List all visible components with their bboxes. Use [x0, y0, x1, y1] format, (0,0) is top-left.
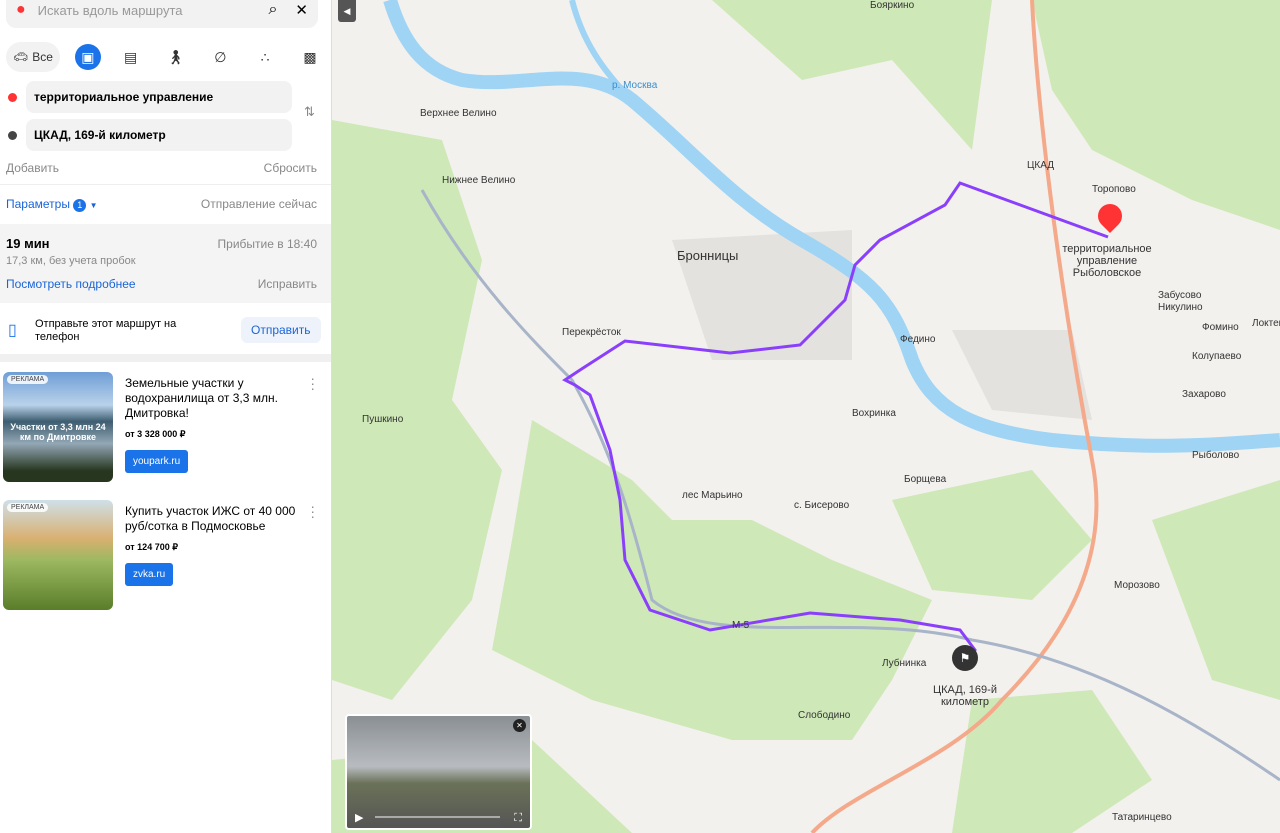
taxi-icon: ▩ — [303, 48, 317, 65]
ad-title: Купить участок ИЖС от 40 000 руб/сотка в… — [125, 504, 296, 533]
bike-icon: ∅ — [214, 48, 227, 65]
ad-link-button[interactable]: zvka.ru — [125, 563, 174, 586]
swap-icon[interactable]: ⇅ — [304, 104, 315, 120]
params-link[interactable]: Параметры 1 ▼ — [6, 197, 98, 212]
ad-link-button[interactable]: youpark.ru — [125, 450, 189, 473]
route-panel: ● Искать вдоль маршрута ⌕ ✕ 🚗︎ Все ▣ ▤ 🚶︎… — [0, 0, 332, 833]
route-search-bar[interactable]: ● Искать вдоль маршрута ⌕ ✕ — [6, 0, 318, 28]
fullscreen-icon[interactable]: ⛶ — [514, 812, 522, 825]
play-icon[interactable]: ▶ — [355, 811, 363, 824]
map-place-label: М-5 — [732, 620, 750, 631]
walk-icon: 🚶︎ — [166, 48, 185, 65]
phone-send-icon: ▯ — [8, 322, 17, 339]
ad-image: РЕКЛАМА Участки от 3,3 млн 24 км по Дмит… — [3, 372, 113, 482]
more-icon[interactable]: · · · — [310, 371, 315, 395]
params-count-badge: 1 — [73, 199, 87, 212]
map-place-label: Бояркино — [870, 0, 915, 11]
collapse-panel-button[interactable]: ◀ — [338, 0, 356, 22]
map-place-label: р. Москва — [612, 80, 658, 91]
route-time: 19 мин — [6, 236, 50, 251]
map-canvas — [332, 0, 1280, 833]
start-label: ЦКАД, 169-й километр — [933, 684, 997, 708]
map-place-label: Колупаево — [1192, 351, 1242, 362]
ad-tag: РЕКЛАМА — [7, 503, 49, 512]
ad-card[interactable]: РЕКЛАМА Купить участок ИЖС от 40 000 руб… — [3, 499, 329, 610]
mode-transit[interactable]: ▤ — [116, 42, 146, 72]
more-icon[interactable]: · · · — [310, 499, 315, 523]
ad-price: от 3 328 000 ₽ — [125, 429, 186, 439]
map-place-label: Лубнинка — [882, 658, 927, 669]
map-place-label: лес Марьино — [682, 490, 743, 501]
map-place-label: Пушкино — [362, 414, 404, 425]
map-place-label: Локтево — [1252, 318, 1280, 329]
arrival-time: Прибытие в 18:40 — [217, 237, 317, 251]
map-place-label: Бронницы — [677, 248, 739, 263]
map-place-label: Борщева — [904, 474, 947, 485]
map-place-label: Рыболово — [1192, 450, 1240, 461]
map-place-label: Торопово — [1092, 184, 1136, 195]
transport-modes: 🚗︎ Все ▣ ▤ 🚶︎ ∅ ∴ ▩ — [6, 42, 325, 72]
location-pin-icon: ● — [16, 1, 26, 18]
map-place-label: Фомино — [1202, 322, 1239, 333]
close-icon[interactable]: ✕ — [295, 1, 308, 19]
destination-label: территориальное управление Рыболовское — [1062, 243, 1152, 279]
map-place-label: Забусово — [1158, 290, 1202, 301]
ad-tag: РЕКЛАМА — [7, 375, 49, 384]
from-field[interactable]: территориальное управление Рыболовское — [26, 81, 292, 136]
ad-image-text: Участки от 3,3 млн 24 км по Дмитровке — [10, 422, 106, 442]
scooter-icon: ∴ — [260, 48, 270, 65]
mode-taxi[interactable]: ▩ — [295, 42, 325, 72]
ad-title: Земельные участки у водохранилища от 3,3… — [125, 376, 278, 420]
reset-link[interactable]: Сбросить — [264, 161, 317, 175]
to-field[interactable]: ЦКАД, 169-й километр — [26, 119, 292, 151]
ad-card[interactable]: РЕКЛАМА Участки от 3,3 млн 24 км по Дмит… — [3, 371, 329, 482]
map-place-label: Верхнее Велино — [420, 108, 497, 119]
map-place-label: ЦКАД — [1027, 160, 1054, 171]
start-pin-icon[interactable]: ⚑ — [952, 645, 978, 671]
map-place-label: Татаринцево — [1112, 812, 1172, 823]
forest-areas — [332, 0, 1280, 833]
to-dot-icon — [8, 131, 17, 140]
mode-bike[interactable]: ∅ — [205, 42, 235, 72]
car-icon: ▣ — [81, 48, 95, 65]
search-icon[interactable]: ⌕ — [268, 1, 277, 19]
map-place-label: с. Бисерово — [794, 500, 850, 511]
from-dot-icon — [8, 93, 17, 102]
params-label: Параметры — [6, 197, 70, 211]
ad-price: от 124 700 ₽ — [125, 542, 178, 552]
mode-scooter[interactable]: ∴ — [250, 42, 280, 72]
bus-icon: ▤ — [124, 48, 138, 65]
search-input[interactable]: Искать вдоль маршрута — [38, 3, 269, 18]
mode-walk[interactable]: 🚶︎ — [160, 42, 190, 72]
mode-all-label: Все — [32, 50, 53, 64]
map-place-label: Захарово — [1182, 389, 1226, 400]
map-place-label: Федино — [900, 334, 936, 345]
map-place-label: Никулино — [1158, 302, 1203, 313]
mode-all[interactable]: 🚗︎ Все — [6, 42, 60, 72]
map-place-label: Нижнее Велино — [442, 175, 516, 186]
add-point-link[interactable]: Добавить — [6, 161, 59, 175]
departure-time[interactable]: Отправление сейчас — [201, 197, 317, 211]
route-summary[interactable]: 19 мин Прибытие в 18:40 17,3 км, без уче… — [0, 224, 331, 303]
chevron-down-icon: ▼ — [89, 201, 98, 210]
fix-link[interactable]: Исправить — [258, 277, 317, 291]
send-route-text: Отправьте этот маршрут на телефон — [35, 318, 177, 343]
street-view-preview[interactable]: ✕ ▶ ⛶ — [345, 714, 532, 830]
close-icon[interactable]: ✕ — [513, 719, 526, 732]
map-place-label: Перекрёсток — [562, 327, 621, 338]
send-button[interactable]: Отправить — [241, 317, 321, 343]
video-progress-bar[interactable] — [375, 816, 500, 818]
ad-image: РЕКЛАМА — [3, 500, 113, 610]
details-link[interactable]: Посмотреть подробнее — [6, 277, 136, 291]
map-place-label: Слободино — [798, 710, 851, 721]
cars-icon: 🚗︎ — [13, 50, 29, 64]
map-place-label: Морозово — [1114, 580, 1160, 591]
map-place-label: Вохринка — [852, 408, 896, 419]
route-distance: 17,3 км, без учета пробок — [6, 255, 136, 267]
map[interactable]: Бояркино Верхнее Велино Нижнее Велино Бронн… — [332, 0, 1280, 833]
mode-car[interactable]: ▣ — [74, 44, 101, 70]
